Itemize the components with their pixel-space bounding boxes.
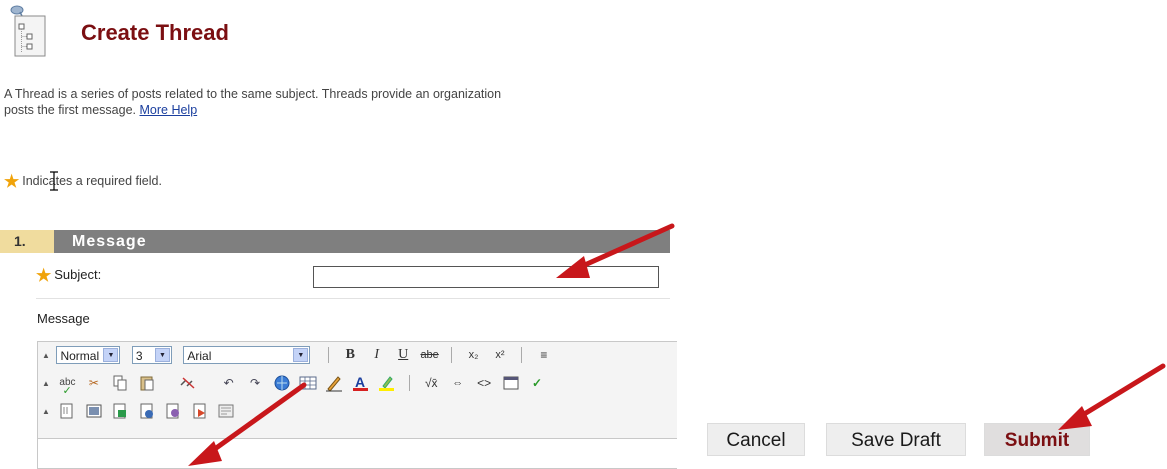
- underline-button[interactable]: U: [392, 345, 414, 365]
- collapse-toolbar-icon[interactable]: ▲: [42, 351, 50, 360]
- italic-button[interactable]: I: [366, 345, 388, 365]
- save-draft-button[interactable]: Save Draft: [826, 423, 966, 456]
- bold-button[interactable]: B: [339, 345, 361, 365]
- section-header-message: 1. Message: [0, 230, 670, 253]
- remove-link-icon[interactable]: [177, 373, 199, 393]
- message-editor: ▲ Normal ▼ 3 ▼ Arial ▼ B I U abe x₂ x² ≡ ▲ …: [37, 341, 677, 469]
- insert-template-icon[interactable]: [215, 401, 237, 421]
- svg-text:A: A: [355, 374, 365, 390]
- undo-icon[interactable]: ↶: [218, 373, 240, 393]
- description-text: A Thread is a series of posts related to…: [4, 87, 502, 101]
- toolbar-separator: [327, 347, 329, 363]
- step-number: 1.: [0, 230, 54, 253]
- link-object-icon[interactable]: ⇔: [447, 373, 469, 393]
- toolbar-row-1: ▲ Normal ▼ 3 ▼ Arial ▼ B I U abe x₂ x² ≡: [42, 345, 555, 369]
- preview-icon[interactable]: [500, 373, 522, 393]
- font-family-value: Arial: [187, 349, 212, 363]
- subject-label: ★ Subject:: [36, 266, 101, 286]
- required-star-icon: ★: [36, 266, 52, 285]
- insert-flash-icon[interactable]: [162, 401, 184, 421]
- font-family-select[interactable]: Arial ▼: [183, 346, 311, 364]
- html-icon[interactable]: <>: [473, 373, 495, 393]
- required-field-note: ★ Indicates a required field.: [4, 172, 162, 192]
- subject-input[interactable]: [313, 266, 659, 288]
- subscript-button[interactable]: x₂: [463, 345, 485, 365]
- collapse-toolbar-icon[interactable]: ▲: [42, 407, 50, 416]
- insert-audio-icon[interactable]: [136, 401, 158, 421]
- subject-label-text: Subject:: [54, 267, 102, 282]
- pencil-icon[interactable]: [323, 373, 345, 393]
- page-title: Create Thread: [81, 20, 229, 45]
- font-size-value: 3: [135, 349, 143, 363]
- insert-image-icon[interactable]: [83, 401, 105, 421]
- toolbar-separator: [408, 375, 410, 391]
- message-text-area[interactable]: [38, 438, 677, 468]
- toolbar-row-2: ▲ abc ✓ ✂ ↶ ↷ A √x̄ ⇔ <> ✓: [42, 373, 548, 397]
- required-note-text: Indicates a required field.: [22, 174, 162, 188]
- superscript-button[interactable]: x²: [489, 345, 511, 365]
- chevron-down-icon: ▼: [103, 348, 119, 362]
- copy-icon[interactable]: [109, 373, 131, 393]
- toolbar-separator: [451, 347, 453, 363]
- attach-file-icon[interactable]: [56, 401, 78, 421]
- insert-powerpoint-icon[interactable]: [189, 401, 211, 421]
- insert-media-icon[interactable]: [109, 401, 131, 421]
- spellcheck-icon[interactable]: abc ✓: [56, 373, 78, 397]
- text-cursor-icon: [50, 171, 58, 191]
- submit-button[interactable]: Submit: [984, 423, 1090, 456]
- font-size-select[interactable]: 3 ▼: [131, 346, 172, 364]
- paragraph-style-select[interactable]: Normal ▼: [56, 346, 121, 364]
- page-description: A Thread is a series of posts related to…: [4, 86, 680, 118]
- chevron-down-icon: ▼: [154, 348, 170, 362]
- thread-page-icon: [10, 5, 46, 57]
- required-star-icon: ★: [4, 172, 20, 191]
- toolbar-separator: [521, 347, 523, 363]
- more-help-link[interactable]: More Help: [140, 103, 198, 117]
- table-icon[interactable]: [297, 373, 319, 393]
- cut-icon[interactable]: ✂: [83, 373, 105, 393]
- field-divider: [36, 298, 670, 299]
- math-icon[interactable]: √x̄: [420, 373, 442, 393]
- highlight-icon[interactable]: [376, 373, 398, 393]
- description-text-continued: posts the first message.: [4, 103, 137, 117]
- font-color-icon[interactable]: A: [350, 373, 372, 393]
- strikethrough-button[interactable]: abe: [419, 345, 441, 365]
- chevron-down-icon: ▼: [293, 348, 309, 362]
- section-title: Message: [72, 233, 147, 250]
- paste-icon[interactable]: [136, 373, 158, 393]
- message-label: Message: [37, 311, 90, 326]
- link-icon[interactable]: [271, 373, 293, 393]
- redo-icon[interactable]: ↷: [244, 373, 266, 393]
- justify-icon[interactable]: ≡: [533, 345, 555, 365]
- check-icon[interactable]: ✓: [526, 373, 548, 393]
- annotation-arrow-submit: [1058, 363, 1166, 430]
- cancel-button[interactable]: Cancel: [707, 423, 805, 456]
- toolbar-row-3: ▲: [42, 401, 237, 425]
- collapse-toolbar-icon[interactable]: ▲: [42, 379, 50, 388]
- paragraph-style-value: Normal: [60, 349, 100, 363]
